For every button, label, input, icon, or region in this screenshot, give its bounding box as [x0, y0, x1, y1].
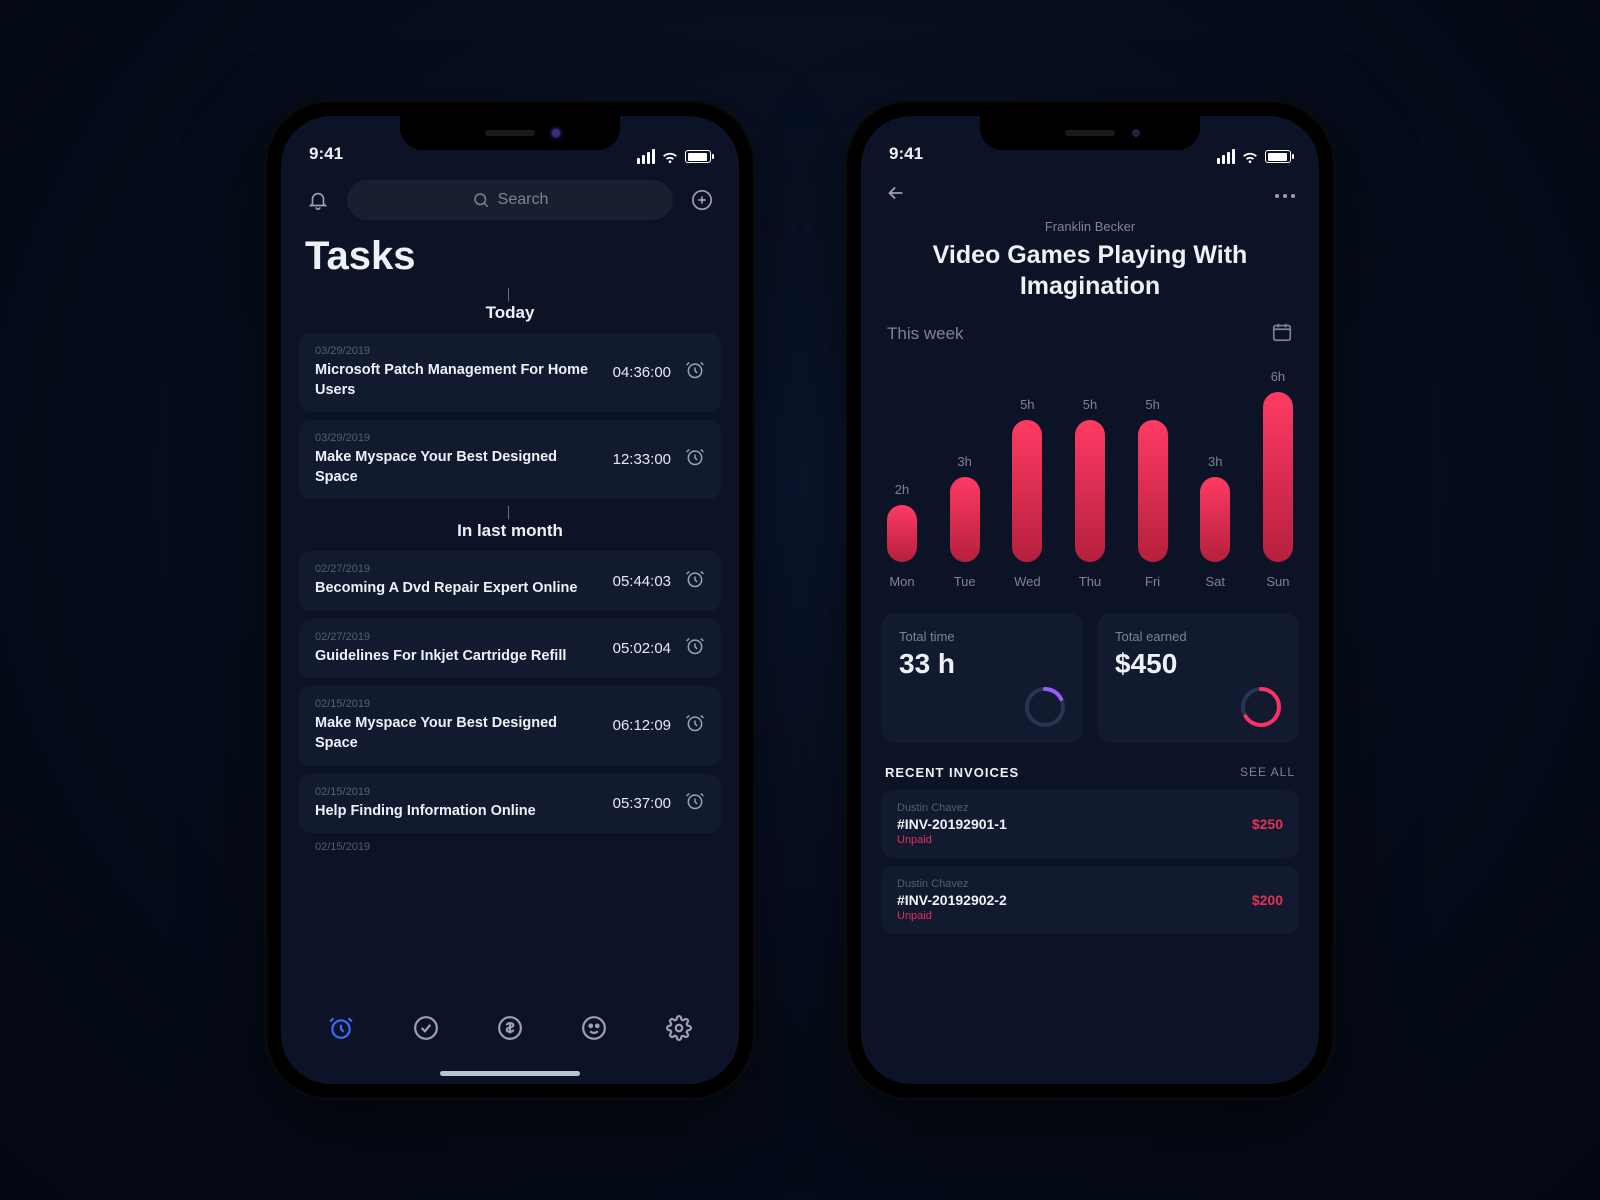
invoice-amount: $200 — [1252, 892, 1283, 908]
chart-bar[interactable]: 3h — [1192, 454, 1238, 562]
bar-value-label: 3h — [957, 454, 971, 469]
see-all-button[interactable]: SEE ALL — [1240, 765, 1295, 779]
bar-day-label: Tue — [942, 574, 988, 589]
tab-profile[interactable] — [581, 1015, 607, 1046]
alarm-icon — [685, 636, 705, 661]
calendar-button[interactable] — [1271, 321, 1293, 348]
report-author: Franklin Becker — [861, 219, 1319, 234]
add-button[interactable] — [687, 185, 717, 215]
bar-day-label: Sat — [1192, 574, 1238, 589]
chart-bar[interactable]: 6h — [1255, 369, 1301, 562]
bar-value-label: 5h — [1145, 397, 1159, 412]
chart-bar[interactable]: 5h — [1067, 397, 1113, 562]
task-date: 03/29/2019 — [315, 432, 599, 444]
more-button[interactable] — [1275, 194, 1295, 198]
task-row[interactable]: 02/15/2019Make Myspace Your Best Designe… — [299, 686, 721, 765]
invoice-status: Unpaid — [897, 910, 1007, 922]
task-row[interactable]: 02/15/2019Help Finding Information Onlin… — [299, 774, 721, 834]
section-today-label: Today — [281, 303, 739, 323]
back-button[interactable] — [885, 182, 907, 209]
bar-day-label: Sun — [1255, 574, 1301, 589]
section-divider: │ — [281, 289, 739, 301]
status-time: 9:41 — [889, 144, 923, 164]
home-indicator[interactable] — [440, 1071, 580, 1076]
task-row[interactable]: 03/29/2019 Microsoft Patch Management Fo… — [299, 333, 721, 412]
bar-day-label: Thu — [1067, 574, 1113, 589]
task-list-month: 02/27/2019Becoming A Dvd Repair Expert O… — [281, 551, 739, 833]
invoice-status: Unpaid — [897, 834, 1007, 846]
battery-icon — [1265, 150, 1291, 163]
task-list-today: 03/29/2019 Microsoft Patch Management Fo… — [281, 333, 739, 499]
bar-value-label: 2h — [895, 482, 909, 497]
invoice-row[interactable]: Dustin Chavez #INV-20192902-2 Unpaid $20… — [881, 866, 1299, 934]
invoice-number: #INV-20192901-1 — [897, 816, 1007, 832]
task-date-stub: 02/15/2019 — [281, 841, 739, 853]
chart-bar[interactable]: 2h — [879, 482, 925, 562]
stat-label: Total earned — [1115, 629, 1281, 644]
task-time: 12:33:00 — [613, 451, 671, 468]
cellular-icon — [637, 149, 655, 164]
total-earned-card[interactable]: Total earned $450 — [1097, 613, 1299, 743]
bar-day-label: Mon — [879, 574, 925, 589]
chart-bar[interactable]: 5h — [1130, 397, 1176, 562]
progress-ring-icon — [1023, 685, 1067, 729]
chart-bar[interactable]: 5h — [1004, 397, 1050, 562]
tab-money[interactable] — [497, 1015, 523, 1046]
task-row[interactable]: 02/27/2019Becoming A Dvd Repair Expert O… — [299, 551, 721, 611]
task-time: 04:36:00 — [613, 364, 671, 381]
stat-value: $450 — [1115, 648, 1281, 680]
invoice-row[interactable]: Dustin Chavez #INV-20192901-1 Unpaid $25… — [881, 790, 1299, 858]
report-title: Video Games Playing With Imagination — [891, 240, 1289, 303]
notch — [400, 116, 620, 150]
bar-value-label: 5h — [1020, 397, 1034, 412]
alarm-icon — [685, 713, 705, 738]
stat-label: Total time — [899, 629, 1065, 644]
alarm-icon — [685, 447, 705, 472]
invoices-header: RECENT INVOICES — [885, 765, 1019, 780]
invoice-number: #INV-20192902-2 — [897, 892, 1007, 908]
alarm-icon — [685, 791, 705, 816]
invoice-client: Dustin Chavez — [897, 878, 1007, 890]
search-placeholder: Search — [498, 191, 549, 209]
section-month-label: In last month — [281, 521, 739, 541]
invoice-client: Dustin Chavez — [897, 802, 1007, 814]
task-row[interactable]: 02/27/2019Guidelines For Inkjet Cartridg… — [299, 619, 721, 679]
tab-bar — [281, 994, 739, 1084]
task-row[interactable]: 03/29/2019 Make Myspace Your Best Design… — [299, 420, 721, 499]
bell-icon[interactable] — [303, 185, 333, 215]
bar-value-label: 5h — [1083, 397, 1097, 412]
tab-timer[interactable] — [328, 1015, 354, 1046]
total-time-card[interactable]: Total time 33 h — [881, 613, 1083, 743]
tab-done[interactable] — [413, 1015, 439, 1046]
status-time: 9:41 — [309, 144, 343, 164]
alarm-icon — [685, 569, 705, 594]
wifi-icon — [1241, 150, 1259, 164]
alarm-icon — [685, 360, 705, 385]
weekly-chart: 2h 3h 5h 5h 5h 3h 6h Mon Tue Wed Thu Fri Sat Sun — [861, 348, 1319, 595]
bar-day-label: Wed — [1004, 574, 1050, 589]
range-label: This week — [887, 324, 964, 344]
page-title: Tasks — [305, 234, 715, 279]
bar-day-label: Fri — [1130, 574, 1176, 589]
invoice-amount: $250 — [1252, 816, 1283, 832]
task-title: Microsoft Patch Management For Home User… — [315, 361, 599, 400]
section-divider: │ — [281, 507, 739, 519]
battery-icon — [685, 150, 711, 163]
notch — [980, 116, 1200, 150]
task-title: Make Myspace Your Best Designed Space — [315, 448, 599, 487]
tab-settings[interactable] — [666, 1015, 692, 1046]
task-date: 03/29/2019 — [315, 345, 599, 357]
bar-value-label: 3h — [1208, 454, 1222, 469]
chart-bar[interactable]: 3h — [942, 454, 988, 562]
bar-value-label: 6h — [1271, 369, 1285, 384]
wifi-icon — [661, 150, 679, 164]
search-input[interactable]: Search — [347, 180, 673, 220]
search-icon — [472, 191, 490, 209]
cellular-icon — [1217, 149, 1235, 164]
phone-report: 9:41 Franklin Becker Video Games Playing… — [845, 100, 1335, 1100]
progress-ring-icon — [1239, 685, 1283, 729]
stat-value: 33 h — [899, 648, 1065, 680]
phone-tasks: 9:41 Search — [265, 100, 755, 1100]
